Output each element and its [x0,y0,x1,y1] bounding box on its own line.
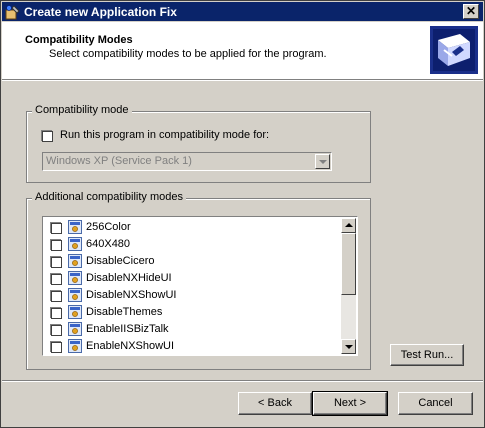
mode-label: 256Color [86,221,131,233]
dropdown-arrow-icon[interactable] [315,154,330,169]
additional-modes-group-label: Additional compatibility modes [32,191,186,203]
compat-mode-checkbox[interactable] [42,131,53,142]
os-version-select[interactable]: Windows XP (Service Pack 1) [42,152,332,171]
page-subtitle: Select compatibility modes to be applied… [49,48,327,60]
app-fix-icon [5,5,20,20]
arrow-up-icon [345,223,353,227]
header-divider [2,80,483,81]
scroll-down-button[interactable] [341,339,356,354]
cancel-button[interactable]: Cancel [398,392,473,415]
list-item[interactable]: 256Color [43,219,333,236]
wizard-banner-icon [430,26,478,74]
compat-mode-group [26,111,371,183]
mode-checkbox[interactable] [51,308,62,319]
list-item[interactable]: 640X480 [43,236,333,253]
title-bar[interactable]: Create new Application Fix ✕ [2,2,483,21]
arrow-down-icon [345,345,353,349]
mode-label: DisableThemes [86,306,163,318]
scroll-thumb[interactable] [341,233,356,295]
compat-fix-icon [68,339,82,353]
mode-checkbox[interactable] [51,257,62,268]
compat-fix-icon [68,237,82,251]
compat-fix-icon [68,305,82,319]
mode-checkbox[interactable] [51,342,62,353]
list-item[interactable]: DisableNXHideUI [43,270,333,287]
list-item[interactable]: DisableThemes [43,304,333,321]
list-viewport: 256Color 640X480 DisableCicero DisableNXHid… [43,217,340,355]
compat-fix-icon [68,288,82,302]
compat-mode-checkbox-label: Run this program in compatibility mode f… [60,129,270,141]
mode-checkbox[interactable] [51,274,62,285]
mode-label: EnableIISBizTalk [86,323,169,335]
mode-checkbox[interactable] [51,325,62,336]
compat-mode-group-label: Compatibility mode [32,104,132,116]
next-button[interactable]: Next > [312,391,388,416]
vertical-scrollbar[interactable] [341,218,356,354]
close-button[interactable]: ✕ [463,4,479,19]
mode-checkbox[interactable] [51,291,62,302]
dialog-window: Create new Application Fix ✕ Compatibili… [0,0,485,428]
compat-fix-icon [68,254,82,268]
mode-label: EnableNXShowUI [86,340,175,352]
mode-label: 640X480 [86,238,131,250]
test-run-button[interactable]: Test Run... [390,344,464,366]
list-item[interactable]: EnableIISBizTalk [43,321,333,338]
list-item[interactable]: DisableCicero [43,253,333,270]
mode-checkbox[interactable] [51,240,62,251]
window-title: Create new Application Fix [24,5,177,19]
list-item[interactable]: DisableNXShowUI [43,287,333,304]
page-title: Compatibility Modes [25,34,133,46]
mode-label: DisableNXHideUI [86,272,172,284]
list-item[interactable]: EnableNXShowUI [43,338,333,355]
additional-modes-list[interactable]: 256Color 640X480 DisableCicero DisableNXHid… [42,216,358,356]
compat-fix-icon [68,220,82,234]
os-version-value: Windows XP (Service Pack 1) [46,155,192,167]
compat-fix-icon [68,271,82,285]
scroll-up-button[interactable] [341,218,356,233]
mode-checkbox[interactable] [51,223,62,234]
mode-label: DisableCicero [86,255,155,267]
footer-divider-highlight [2,381,483,382]
back-button[interactable]: < Back [238,392,312,415]
wizard-header: Compatibility Modes Select compatibility… [2,22,483,80]
compat-fix-icon [68,322,82,336]
mode-label: DisableNXShowUI [86,289,177,301]
